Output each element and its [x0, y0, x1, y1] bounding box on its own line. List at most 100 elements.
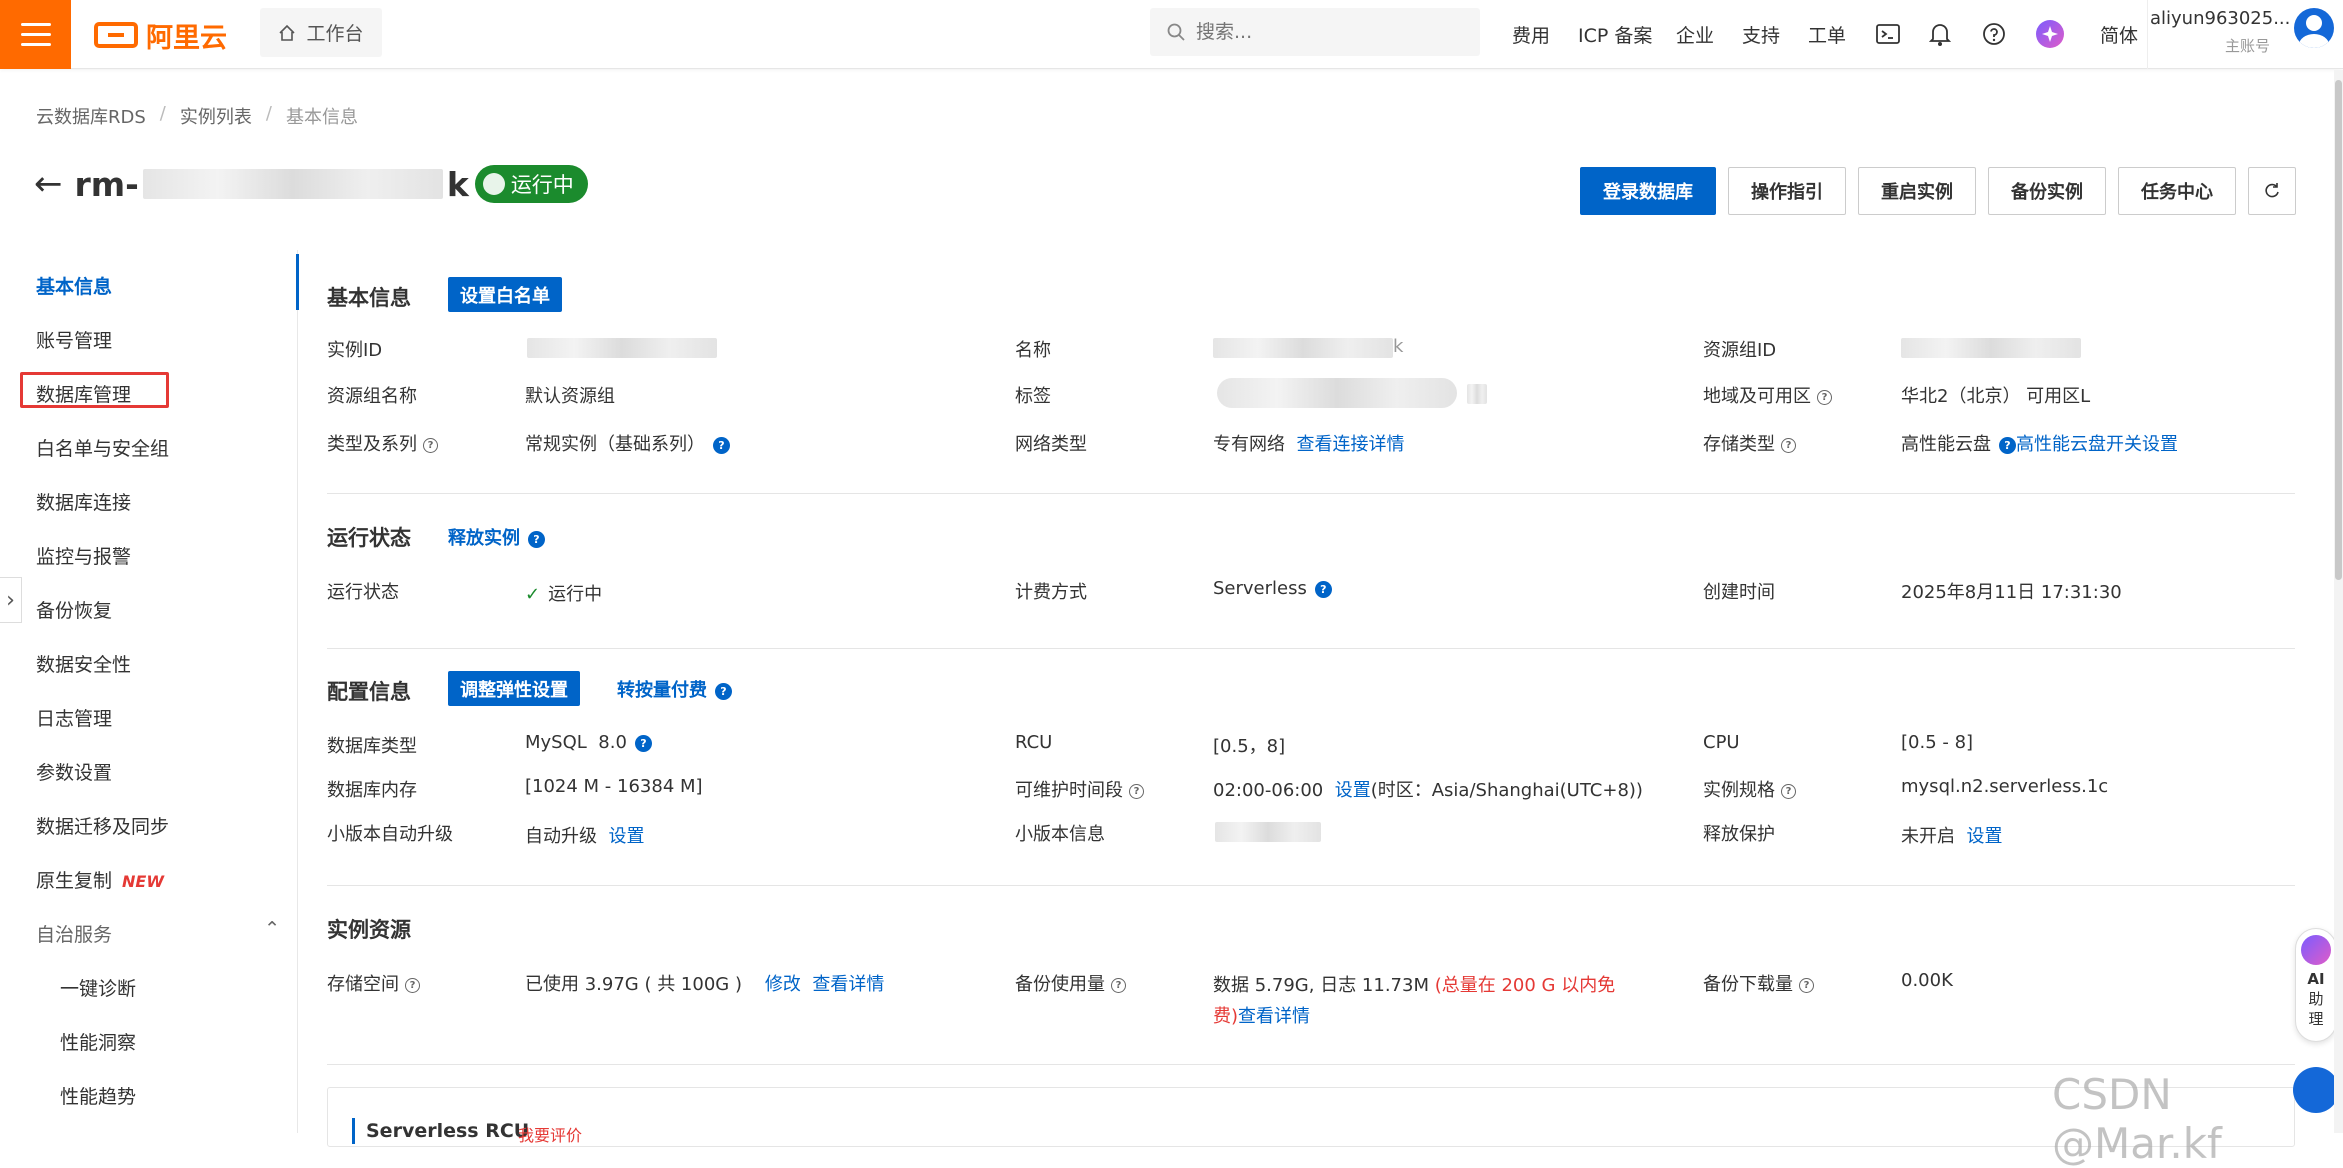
label-backup-usage: 备份使用量?	[1015, 970, 1126, 996]
question-icon[interactable]: ?	[1781, 437, 1796, 453]
cpu-value: [0.5 - 8]	[1901, 732, 1974, 753]
login-db-button[interactable]: 登录数据库	[1580, 167, 1716, 215]
sidebar-item-migration[interactable]: 数据迁移及同步	[36, 812, 169, 839]
info-icon[interactable]: ?	[1314, 580, 1332, 598]
breadcrumb-rds[interactable]: 云数据库RDS	[36, 103, 146, 129]
topbar-divider	[2147, 0, 2148, 69]
question-icon[interactable]: ?	[1129, 783, 1144, 799]
info-icon[interactable]: ?	[528, 530, 545, 548]
language-switch[interactable]: 简体	[2100, 0, 2138, 69]
workbench-button[interactable]: 工作台	[260, 8, 382, 57]
maintenance-set-link[interactable]: 设置	[1335, 780, 1371, 801]
search-icon	[1167, 23, 1185, 41]
user-role: 主账号	[2224, 37, 2270, 55]
spec-value: mysql.n2.serverless.1c	[1901, 776, 2109, 797]
sidebar-item-connection[interactable]: 数据库连接	[36, 488, 131, 515]
task-center-button[interactable]: 任务中心	[2118, 167, 2236, 215]
refresh-button[interactable]	[2248, 167, 2296, 215]
question-icon[interactable]: ?	[405, 977, 420, 993]
avatar[interactable]	[2294, 8, 2334, 48]
help-icon[interactable]	[1980, 20, 2008, 48]
release-protect-set-link[interactable]: 设置	[1966, 826, 2002, 847]
set-whitelist-button[interactable]: 设置白名单	[448, 277, 562, 312]
storage-detail-link[interactable]: 查看详情	[812, 974, 884, 995]
label-memory: 数据库内存	[327, 780, 417, 801]
ai-assistant-float[interactable]: AI 助 理	[2295, 928, 2337, 1042]
adjust-scaling-button[interactable]: 调整弹性设置	[448, 671, 580, 706]
run-status-value: ✓ 运行中	[525, 580, 602, 606]
menu-icon[interactable]	[0, 0, 71, 69]
storage-switch-link[interactable]: 高性能云盘开关设置	[2016, 434, 2178, 455]
float-action-button[interactable]	[2293, 1067, 2339, 1113]
minor-upgrade-text: 自动升级	[525, 826, 597, 847]
scrollbar-thumb[interactable]	[2335, 80, 2342, 580]
label-cpu: CPU	[1703, 732, 1740, 753]
question-icon[interactable]: ?	[423, 437, 438, 453]
storage-edit-link[interactable]: 修改	[765, 974, 801, 995]
sidebar-item-monitoring[interactable]: 监控与报警	[36, 542, 131, 569]
topnav-support[interactable]: 支持	[1742, 0, 1780, 69]
sidebar-group-autonomy[interactable]: 自治服务 ⌃	[36, 918, 280, 947]
sidebar-item-backup[interactable]: 备份恢复	[36, 596, 112, 623]
search-box[interactable]	[1150, 8, 1480, 56]
bell-icon[interactable]	[1926, 20, 1954, 48]
sidebar-item-accounts[interactable]: 账号管理	[36, 326, 112, 353]
sidebar-item-diagnosis[interactable]: 一键诊断	[60, 974, 136, 1001]
sidebar-item-security[interactable]: 数据安全性	[36, 650, 131, 677]
payg-link[interactable]: 转按量付费?	[617, 676, 732, 702]
topnav-icp[interactable]: ICP 备案	[1578, 0, 1652, 69]
minor-upgrade-set-link[interactable]: 设置	[608, 826, 644, 847]
topnav-support-label: 支持	[1742, 25, 1781, 47]
info-icon[interactable]: ?	[634, 734, 652, 752]
sidebar-item-insight[interactable]: 性能洞察	[60, 1028, 136, 1055]
question-icon[interactable]: ?	[1799, 977, 1814, 993]
label-storage-type-text: 存储类型	[1703, 434, 1775, 455]
info-icon[interactable]: ?	[713, 436, 730, 454]
scrollbar[interactable]	[2334, 70, 2343, 1133]
rcu-value: [0.5，8]	[1213, 736, 1286, 757]
search-input[interactable]	[1196, 21, 1456, 43]
ai-assistant-icon[interactable]	[2036, 20, 2064, 48]
sidebar-item-replication[interactable]: 原生复制 NEW	[36, 866, 164, 893]
sidebar-item-params[interactable]: 参数设置	[36, 758, 112, 785]
question-icon[interactable]: ?	[1111, 977, 1126, 993]
label-storage-type: 存储类型?	[1703, 430, 1796, 456]
breadcrumb-instance-list[interactable]: 实例列表	[180, 103, 252, 129]
question-icon[interactable]: ?	[1817, 389, 1832, 405]
terminal-icon[interactable]	[1874, 20, 1902, 48]
tags-value-redacted[interactable]	[1217, 378, 1457, 408]
user-info[interactable]: aliyun963025... 主账号	[2150, 8, 2291, 56]
aliyun-logo[interactable]: 阿里云	[94, 18, 227, 54]
user-name: aliyun963025...	[2150, 8, 2291, 29]
label-release-protect: 释放保护	[1703, 824, 1775, 845]
backup-button[interactable]: 备份实例	[1988, 167, 2106, 215]
sidebar-item-logs[interactable]: 日志管理	[36, 704, 112, 731]
sidebar-item-basic-info[interactable]: 基本信息	[36, 272, 112, 299]
question-icon[interactable]: ?	[1781, 783, 1796, 799]
sidebar-item-whitelist[interactable]: 白名单与安全组	[36, 434, 169, 461]
info-icon[interactable]: ?	[1999, 436, 2016, 454]
instance-id-prefix: rm-	[74, 164, 139, 204]
created-value: 2025年8月11日 17:31:30	[1901, 582, 2122, 603]
rate-link[interactable]: 我要评价	[518, 1122, 582, 1146]
guide-button[interactable]: 操作指引	[1728, 167, 1846, 215]
topnav-fees[interactable]: 费用	[1512, 0, 1550, 69]
sidebar-toggle-chevron-icon[interactable]: ›	[0, 577, 22, 623]
view-connection-link[interactable]: 查看连接详情	[1296, 434, 1404, 455]
label-billing: 计费方式	[1015, 582, 1087, 603]
release-instance-link[interactable]: 释放实例?	[448, 524, 545, 550]
topnav-ticket[interactable]: 工单	[1808, 0, 1846, 69]
label-tags: 标签	[1015, 386, 1051, 407]
label-storage: 存储空间?	[327, 970, 420, 996]
backup-detail-link[interactable]: 查看详情	[1238, 1006, 1310, 1027]
restart-button[interactable]: 重启实例	[1858, 167, 1976, 215]
maintenance-timezone: (时区：Asia/Shanghai(UTC+8))	[1370, 780, 1643, 801]
run-status-title: 运行状态	[327, 526, 411, 550]
breadcrumb: 云数据库RDS / 实例列表 / 基本信息	[36, 103, 358, 129]
info-icon[interactable]: ?	[715, 682, 732, 700]
release-protect-value: 未开启 设置	[1901, 822, 2002, 848]
refresh-icon	[2265, 183, 2279, 198]
topnav-enterprise[interactable]: 企业	[1676, 0, 1714, 69]
sidebar-item-trend[interactable]: 性能趋势	[60, 1082, 136, 1109]
back-arrow-icon[interactable]: ←	[34, 164, 63, 204]
